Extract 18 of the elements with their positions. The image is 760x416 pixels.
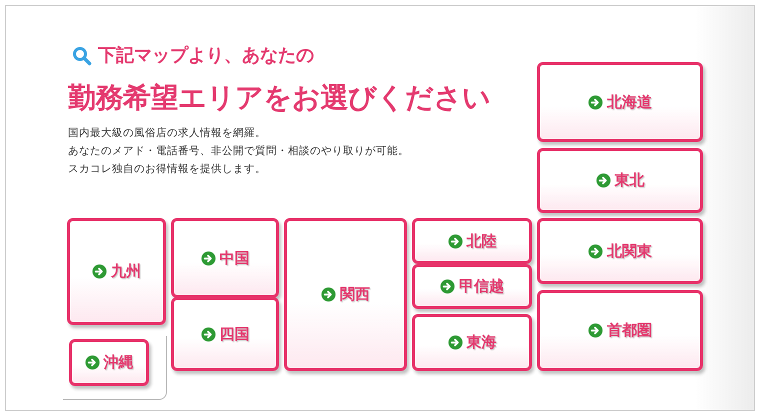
region-button[interactable]: 関西 <box>284 218 407 371</box>
region-button[interactable]: 九州 <box>67 218 166 325</box>
region-button[interactable]: 北陸 <box>412 218 532 264</box>
search-icon <box>72 46 92 66</box>
region-button[interactable]: 東北 <box>537 148 703 213</box>
heading-lead: 下記マップより、あなたの <box>98 47 314 65</box>
intro-text: スカコレ独自のお得情報を提供します。 <box>68 162 267 176</box>
intro-text: 国内最大級の風俗店の求人情報を網羅。 <box>68 126 267 140</box>
region-button[interactable]: 北海道 <box>537 62 703 142</box>
region-button[interactable]: 首都圏 <box>537 290 703 371</box>
region-button[interactable]: 甲信越 <box>412 264 532 309</box>
intro-text: あなたのメアド・電話番号、非公開で質問・相談のやり取りが可能。 <box>68 144 409 158</box>
page-title: 勤務希望エリアをお選びください <box>68 84 490 112</box>
region-button[interactable]: 沖縄 <box>69 339 149 386</box>
region-button[interactable]: 中国 <box>171 218 279 298</box>
region-button[interactable]: 北関東 <box>537 218 703 284</box>
region-button[interactable]: 東海 <box>412 314 532 371</box>
region-button[interactable]: 四国 <box>171 297 279 371</box>
